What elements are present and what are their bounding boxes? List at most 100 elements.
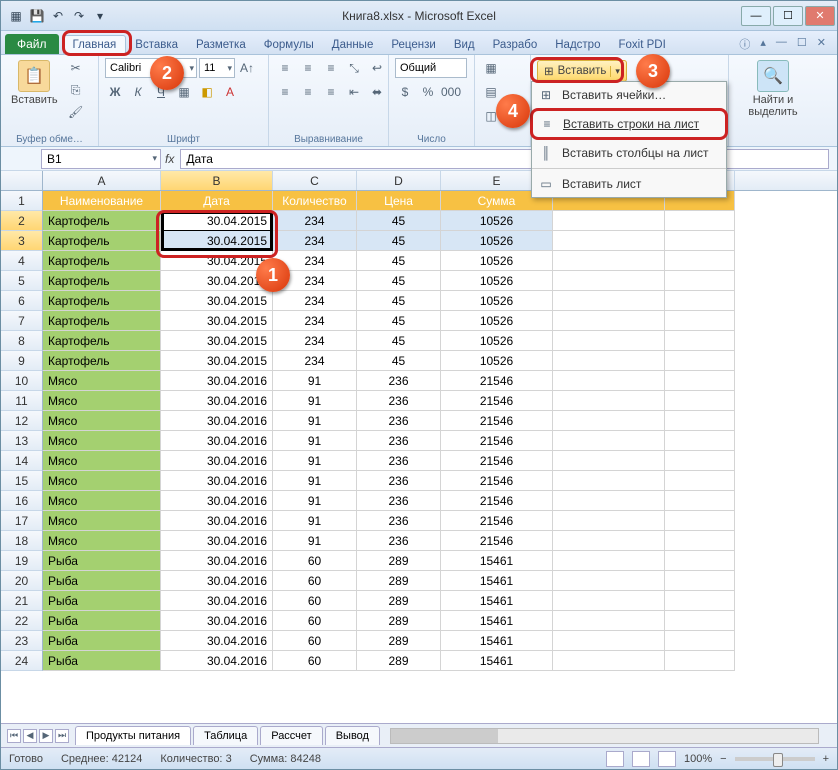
- cell[interactable]: [665, 471, 735, 491]
- tab-главная[interactable]: Главная: [63, 35, 127, 54]
- cell[interactable]: 30.04.2016: [161, 371, 273, 391]
- cell[interactable]: [553, 271, 665, 291]
- col-header-B[interactable]: B: [161, 171, 273, 190]
- cell[interactable]: [665, 271, 735, 291]
- cell[interactable]: Рыба: [43, 591, 161, 611]
- find-button[interactable]: 🔍 Найти и выделить: [735, 58, 811, 120]
- cell[interactable]: Рыба: [43, 571, 161, 591]
- cell[interactable]: 15461: [441, 651, 553, 671]
- cell[interactable]: 10526: [441, 211, 553, 231]
- cell[interactable]: 60: [273, 571, 357, 591]
- cell[interactable]: 236: [357, 451, 441, 471]
- cell[interactable]: 45: [357, 291, 441, 311]
- cell[interactable]: 45: [357, 231, 441, 251]
- cell[interactable]: 21546: [441, 391, 553, 411]
- cell[interactable]: [665, 611, 735, 631]
- zoom-in-icon[interactable]: +: [823, 753, 829, 765]
- cell[interactable]: 10526: [441, 351, 553, 371]
- cell[interactable]: 10526: [441, 271, 553, 291]
- cell[interactable]: 91: [273, 471, 357, 491]
- cell[interactable]: 45: [357, 311, 441, 331]
- copy-icon[interactable]: ⎘: [66, 80, 86, 100]
- cell[interactable]: 91: [273, 411, 357, 431]
- save-icon[interactable]: 💾: [28, 7, 46, 25]
- cell[interactable]: 21546: [441, 531, 553, 551]
- cell[interactable]: [665, 451, 735, 471]
- cell[interactable]: 236: [357, 491, 441, 511]
- cell[interactable]: 15461: [441, 551, 553, 571]
- cell[interactable]: 91: [273, 431, 357, 451]
- cell[interactable]: Картофель: [43, 231, 161, 251]
- cell[interactable]: 236: [357, 371, 441, 391]
- cell[interactable]: 21546: [441, 471, 553, 491]
- page-layout-icon[interactable]: [632, 751, 650, 767]
- merge-icon[interactable]: ⬌: [367, 82, 387, 102]
- cell[interactable]: 15461: [441, 631, 553, 651]
- doc-close-icon[interactable]: ✕: [814, 34, 829, 54]
- cell[interactable]: 15461: [441, 571, 553, 591]
- doc-minimize-icon[interactable]: —: [773, 34, 790, 54]
- cell[interactable]: 30.04.2016: [161, 391, 273, 411]
- undo-icon[interactable]: ↶: [49, 7, 67, 25]
- tab-foxit pdi[interactable]: Foxit PDI: [609, 36, 674, 54]
- row-header[interactable]: 19: [1, 551, 43, 571]
- align-bot-icon[interactable]: ≡: [321, 58, 341, 78]
- cell[interactable]: Мясо: [43, 491, 161, 511]
- cell[interactable]: Рыба: [43, 651, 161, 671]
- chevron-down-icon[interactable]: ▾: [610, 66, 624, 77]
- cell[interactable]: 234: [273, 331, 357, 351]
- cell[interactable]: [665, 531, 735, 551]
- cell[interactable]: Рыба: [43, 631, 161, 651]
- col-header-C[interactable]: C: [273, 171, 357, 190]
- cell[interactable]: 30.04.2016: [161, 611, 273, 631]
- cell[interactable]: 30.04.2016: [161, 471, 273, 491]
- cell[interactable]: [553, 531, 665, 551]
- cell[interactable]: 21546: [441, 431, 553, 451]
- cell[interactable]: Цена: [357, 191, 441, 211]
- cell[interactable]: Картофель: [43, 211, 161, 231]
- row-header[interactable]: 18: [1, 531, 43, 551]
- cell[interactable]: 234: [273, 291, 357, 311]
- cell[interactable]: 234: [273, 351, 357, 371]
- cell[interactable]: [553, 451, 665, 471]
- cell[interactable]: Картофель: [43, 351, 161, 371]
- row-header[interactable]: 16: [1, 491, 43, 511]
- cell[interactable]: 60: [273, 611, 357, 631]
- cell[interactable]: 30.04.2016: [161, 411, 273, 431]
- cell[interactable]: [665, 571, 735, 591]
- cell[interactable]: 10526: [441, 311, 553, 331]
- cell[interactable]: 30.04.2016: [161, 451, 273, 471]
- cell[interactable]: 236: [357, 471, 441, 491]
- cell[interactable]: [665, 511, 735, 531]
- cell[interactable]: 60: [273, 651, 357, 671]
- cell[interactable]: Картофель: [43, 311, 161, 331]
- formula-input[interactable]: [180, 149, 829, 169]
- maximize-button[interactable]: ☐: [773, 6, 803, 26]
- align-mid-icon[interactable]: ≡: [298, 58, 318, 78]
- cell[interactable]: [553, 311, 665, 331]
- orientation-icon[interactable]: ⤡: [344, 58, 364, 78]
- cell[interactable]: 289: [357, 551, 441, 571]
- zoom-out-icon[interactable]: −: [720, 753, 726, 765]
- cut-icon[interactable]: ✂: [66, 58, 86, 78]
- row-header[interactable]: 22: [1, 611, 43, 631]
- select-all-corner[interactable]: [1, 171, 43, 190]
- cell[interactable]: [553, 331, 665, 351]
- cell[interactable]: Мясо: [43, 431, 161, 451]
- row-header[interactable]: 4: [1, 251, 43, 271]
- cell[interactable]: [665, 371, 735, 391]
- cell[interactable]: [665, 331, 735, 351]
- row-header[interactable]: 5: [1, 271, 43, 291]
- cell[interactable]: 45: [357, 271, 441, 291]
- cell[interactable]: [553, 431, 665, 451]
- cell[interactable]: 236: [357, 431, 441, 451]
- cell[interactable]: [665, 431, 735, 451]
- row-header[interactable]: 6: [1, 291, 43, 311]
- insert-rows-item[interactable]: ≡Вставить строки на лист: [530, 108, 728, 140]
- cell[interactable]: 21546: [441, 371, 553, 391]
- cell[interactable]: Рыба: [43, 611, 161, 631]
- cell[interactable]: 30.04.2016: [161, 531, 273, 551]
- cell[interactable]: 289: [357, 571, 441, 591]
- cell[interactable]: 91: [273, 391, 357, 411]
- fill-color-icon[interactable]: ◧: [197, 82, 217, 102]
